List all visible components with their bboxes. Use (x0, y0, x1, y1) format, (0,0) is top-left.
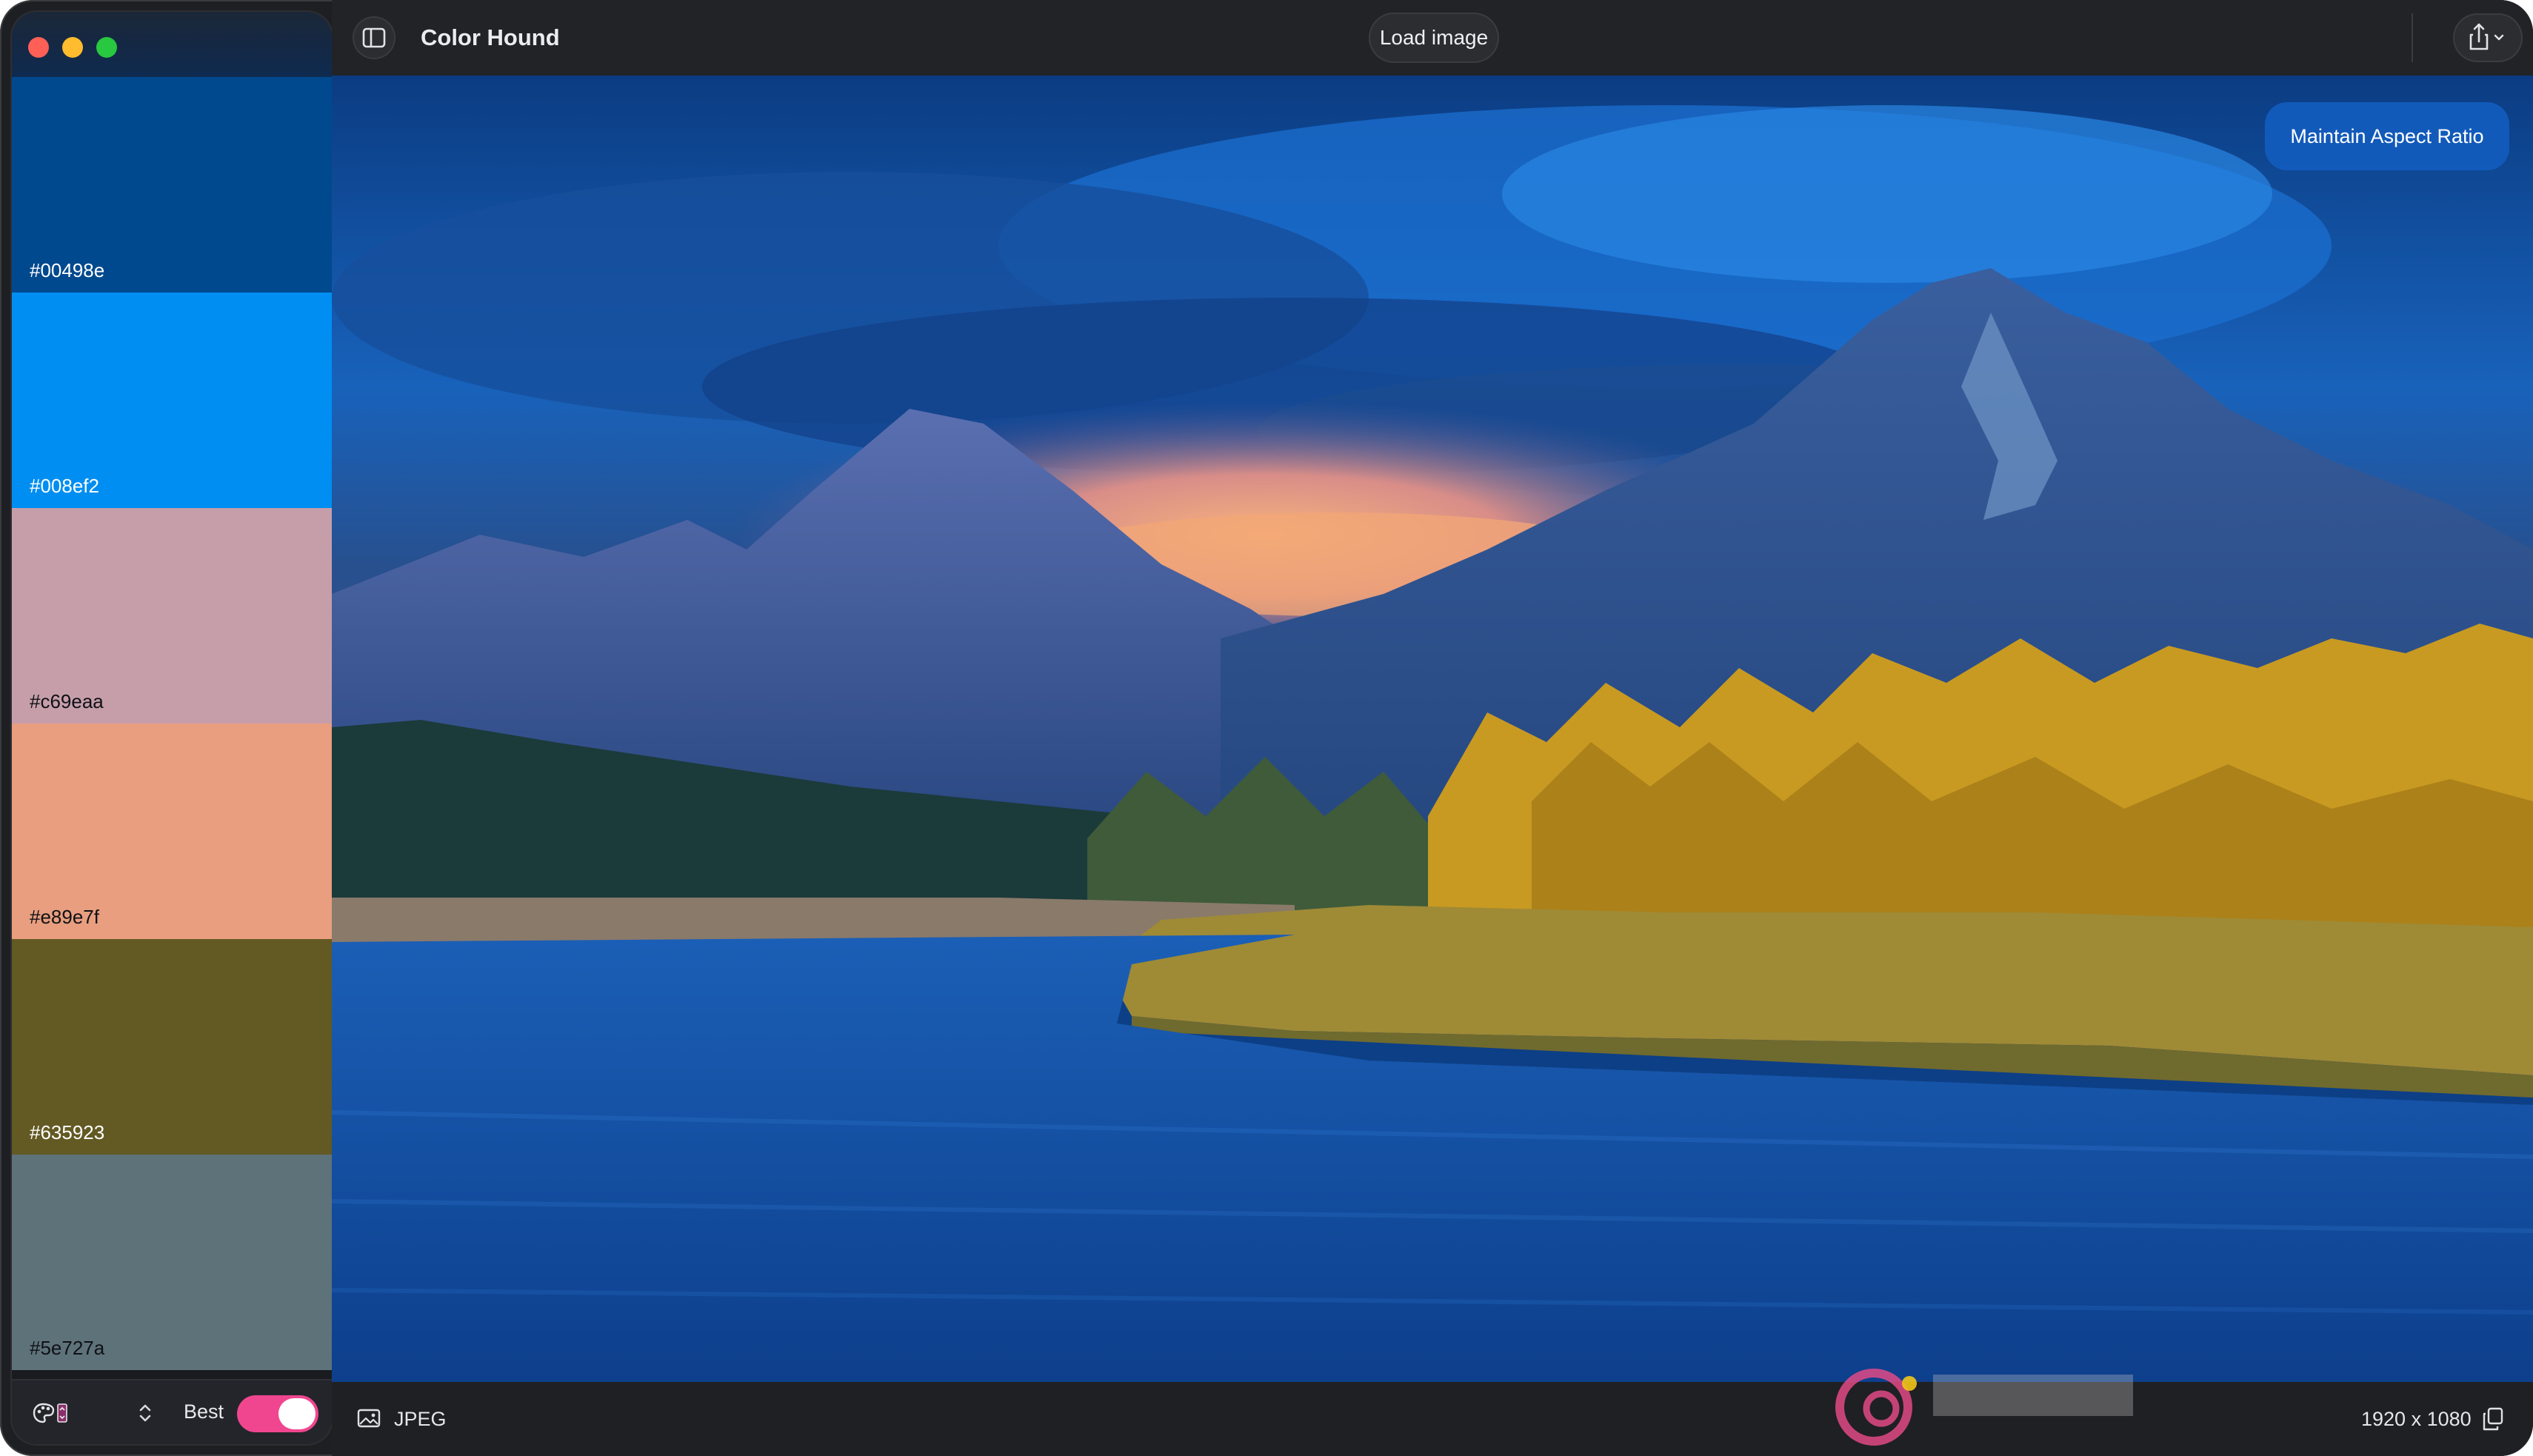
color-swatch[interactable]: #c69eaa (12, 508, 332, 724)
close-window-button[interactable] (28, 37, 49, 58)
zoom-window-button[interactable] (96, 37, 117, 58)
share-icon (2469, 23, 2504, 50)
quality-toggle[interactable] (237, 1395, 318, 1432)
color-swatch[interactable]: #5e727a (12, 1155, 332, 1370)
swatch-hex-label: #635923 (30, 1121, 105, 1143)
maintain-aspect-ratio-button[interactable]: Maintain Aspect Ratio (2265, 102, 2509, 170)
sidebar-titlebar (12, 12, 332, 77)
color-swatch[interactable]: #e89e7f (12, 724, 332, 939)
sidebar-toggle-icon (362, 27, 386, 48)
palette-sidebar: #00498e #008ef2 #c69eaa #e89e7f #635923 … (12, 12, 332, 1444)
status-bar: JPEG 1920 x 1080 (332, 1382, 2533, 1456)
color-swatch[interactable]: #635923 (12, 939, 332, 1155)
up-down-stepper-icon[interactable] (138, 1401, 153, 1425)
swatch-hex-label: #5e727a (30, 1337, 105, 1359)
copy-icon[interactable] (2483, 1407, 2503, 1431)
load-image-button[interactable]: Load image (1369, 13, 1499, 63)
toolbar-divider (2412, 13, 2413, 62)
toolbar: Color Hound Load image (332, 0, 2533, 77)
sidebar-controls: Best (12, 1379, 332, 1444)
image-viewer[interactable]: Maintain Aspect Ratio (332, 76, 2533, 1382)
color-swatch[interactable]: #00498e (12, 77, 332, 293)
share-button[interactable] (2453, 13, 2523, 62)
landscape-photo (332, 76, 2533, 1382)
minimize-window-button[interactable] (62, 37, 83, 58)
image-dimensions-label: 1920 x 1080 (2361, 1408, 2472, 1430)
photo-icon (357, 1409, 381, 1428)
color-swatch[interactable]: #008ef2 (12, 293, 332, 508)
swatch-hex-label: #e89e7f (30, 906, 99, 928)
image-format-label: JPEG (394, 1408, 447, 1430)
color-swatch-list: #00498e #008ef2 #c69eaa #e89e7f #635923 … (12, 77, 332, 1370)
app-title: Color Hound (421, 24, 560, 50)
quality-label: Best (184, 1400, 224, 1423)
swatch-hex-label: #008ef2 (30, 475, 99, 497)
swatch-hex-label: #c69eaa (30, 690, 104, 712)
swatch-hex-label: #00498e (30, 259, 105, 281)
sidebar-toggle-button[interactable] (353, 16, 396, 59)
app-window: #00498e #008ef2 #c69eaa #e89e7f #635923 … (0, 0, 2533, 1456)
watermark-logo (1835, 1369, 2133, 1446)
toggle-knob (278, 1398, 316, 1429)
palette-icon[interactable] (33, 1400, 74, 1426)
